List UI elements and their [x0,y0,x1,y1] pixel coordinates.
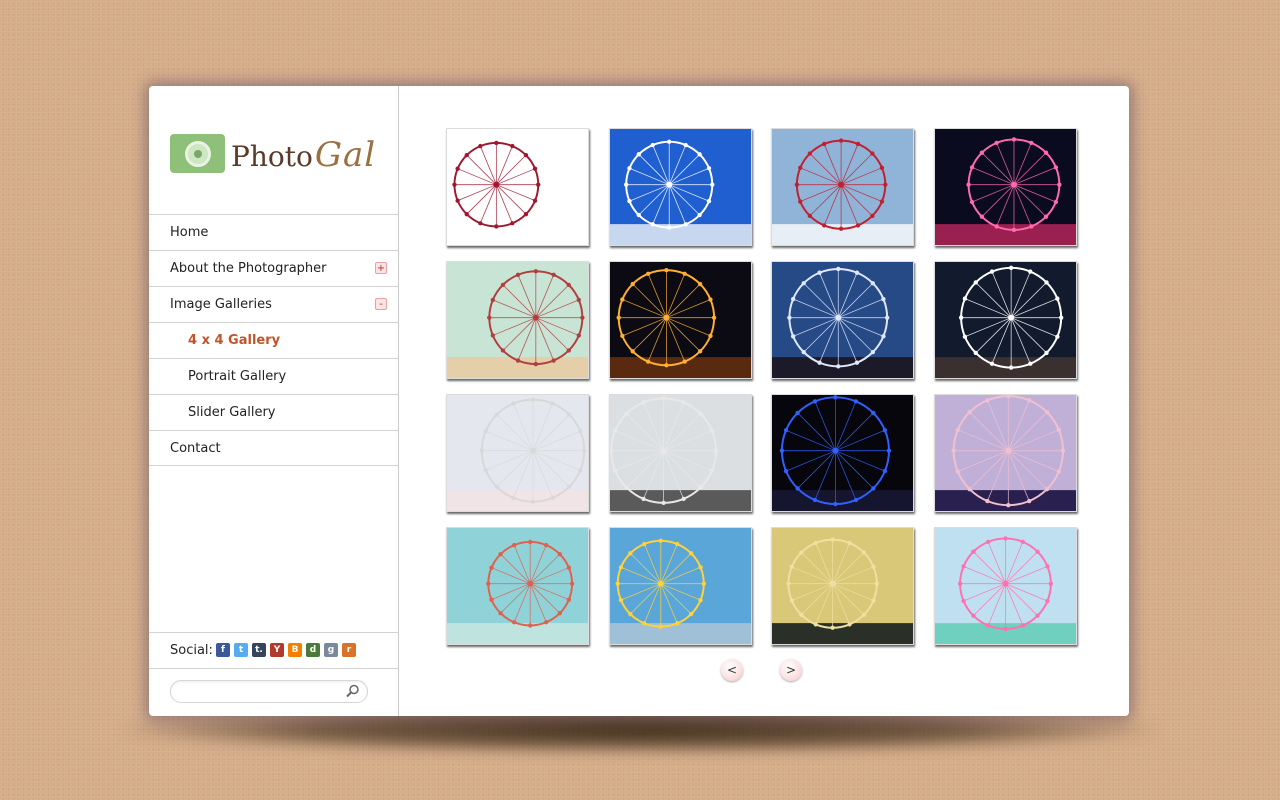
nav-item-image-galleries[interactable]: Image Galleries - [149,286,399,322]
thumbnail-white-wheel-night[interactable] [933,261,1077,379]
thumbnail-wheel-grey-sky-plaza[interactable] [608,394,752,512]
thumbnail-image [447,262,588,378]
thumbnail-image [934,395,1076,511]
thumbnail-image [609,528,751,644]
thumbnail-pier-wheel-yellow-coaster[interactable] [608,527,752,645]
nav-item-label: Contact [170,441,221,456]
nav-item-label: About the Photographer [170,261,327,276]
thumbnail-gondola-red-white[interactable] [771,128,914,246]
prev-page-button[interactable]: < [721,659,743,681]
thumbnail-image [772,395,913,511]
google-icon[interactable]: g [324,643,338,657]
thumbnail-coral-wheel-aqua[interactable] [446,527,589,645]
thumbnail-image [772,129,913,245]
thumbnail-image [934,262,1076,378]
thumbnail-image [609,129,751,245]
search-input[interactable] [181,684,345,702]
thumbnail-london-eye-blue-night[interactable] [771,394,914,512]
search-icon[interactable] [345,683,361,699]
nav-item-contact[interactable]: Contact [149,430,399,466]
nav-item-label: Slider Gallery [188,405,276,420]
main-panel: PhotoGal Home About the Photographer + Im… [149,86,1129,716]
thumbnail-night-wheel-reflection[interactable] [608,261,752,379]
social-label: Social: [170,643,213,658]
thumbnail-image [447,129,588,245]
thumbnail-vintage-wheel-pastel[interactable] [446,261,589,379]
nav-item-label: Home [170,225,209,240]
social-bar: Social: f t t. Y Bd g r [149,632,399,669]
nav-item-label: 4 x 4 Gallery [188,333,281,348]
sidebar: PhotoGal Home About the Photographer + Im… [149,86,399,716]
facebook-icon[interactable]: f [216,643,230,657]
thumbnail-purple-wheel-trees[interactable] [933,394,1077,512]
nav-item-home[interactable]: Home [149,214,399,250]
nav-item-label: Portrait Gallery [188,369,287,384]
blogger-icon[interactable]: B [288,643,302,657]
logo-wordmark: PhotoGal [231,135,376,175]
thumbnail-ferris-wheel-colorful-gondolas[interactable] [446,128,589,246]
collapse-icon[interactable]: - [375,298,387,310]
thumbnail-image [447,528,588,644]
thumbnail-pale-wheel-rollercoaster[interactable] [446,394,589,512]
expand-icon[interactable]: + [375,262,387,274]
thumbnail-image [934,528,1076,644]
search-box [170,680,368,703]
main-nav: Home About the Photographer + Image Galle… [149,214,399,466]
rss-icon[interactable]: r [342,643,356,657]
thumbnail-image [609,395,751,511]
thumbnail-image [772,528,913,644]
camera-icon [170,134,225,173]
delicious-icon[interactable]: d [306,643,320,657]
thumbnail-image [772,262,913,378]
site-logo[interactable]: PhotoGal [169,126,379,176]
thumbnail-dusk-wheel-blue[interactable] [771,261,914,379]
yahoo-icon[interactable]: Y [270,643,284,657]
camera-lens [185,141,211,167]
twitter-icon[interactable]: t [234,643,248,657]
nav-item-slider-gallery[interactable]: Slider Gallery [149,394,399,430]
next-page-button[interactable]: > [780,659,802,681]
thumbnail-image [934,129,1076,245]
logo-word: Photo [231,140,313,173]
thumbnail-ferris-wheel-blue-sky[interactable] [608,128,752,246]
nav-item-label: Image Galleries [170,297,272,312]
social-icons: f t t. Y Bd g r [216,643,356,657]
nav-item-portrait-gallery[interactable]: Portrait Gallery [149,358,399,394]
thumbnail-fairground-night-lights[interactable] [933,128,1077,246]
logo-accent: Gal [314,135,377,175]
nav-item-4x4-gallery[interactable]: 4 x 4 Gallery [149,322,399,358]
tumblr-icon[interactable]: t. [252,643,266,657]
thumbnail-fairground-pastel-rides[interactable] [933,527,1077,645]
thumbnail-golden-wheel-city[interactable] [771,527,914,645]
thumbnail-image [447,395,588,511]
thumbnail-image [609,262,751,378]
nav-item-about[interactable]: About the Photographer + [149,250,399,286]
